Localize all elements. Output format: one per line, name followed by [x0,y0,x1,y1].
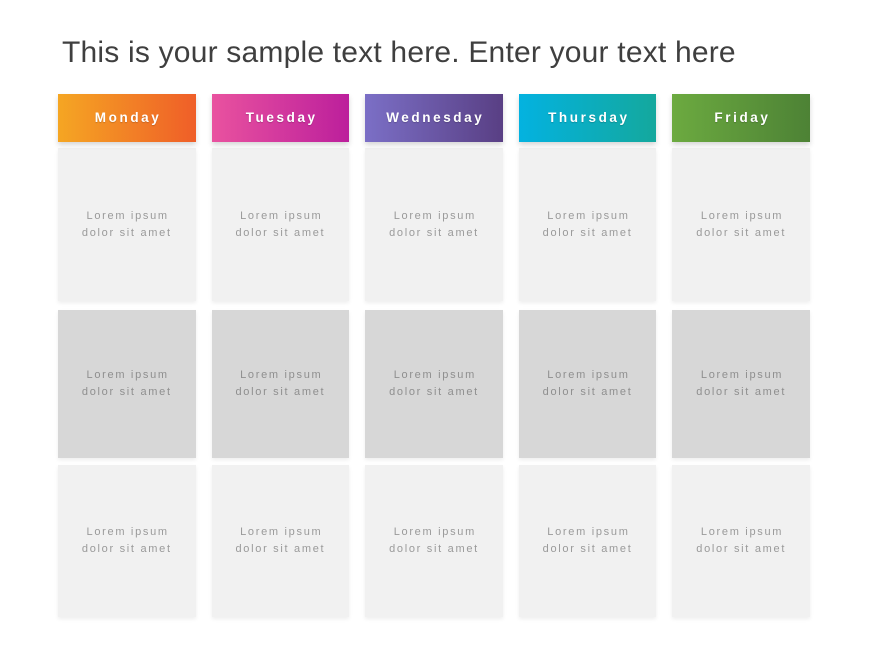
table-cell[interactable]: Lorem ipsum dolor sit amet [518,148,657,301]
table-cell[interactable]: Lorem ipsum dolor sit amet [211,310,350,458]
table-cell[interactable]: Lorem ipsum dolor sit amet [58,465,196,617]
day-cells-tuesday: Lorem ipsum dolor sit amet Lorem ipsum d… [211,142,350,617]
table-cell[interactable]: Lorem ipsum dolor sit amet [365,465,503,617]
cell-text: Lorem ipsum dolor sit amet [542,369,633,398]
table-cell[interactable]: Lorem ipsum dolor sit amet [672,310,810,458]
day-header-friday[interactable]: Friday [672,94,810,142]
cell-text: Lorem ipsum dolor sit amet [235,526,326,555]
cell-text: Lorem ipsum dolor sit amet [81,526,172,555]
table-cell[interactable]: Lorem ipsum dolor sit amet [518,465,657,617]
table-cell[interactable]: Lorem ipsum dolor sit amet [365,148,503,301]
table-cell[interactable]: Lorem ipsum dolor sit amet [58,310,196,458]
cell-text: Lorem ipsum dolor sit amet [696,209,787,239]
table-cell[interactable]: Lorem ipsum dolor sit amet [518,310,657,458]
day-column-friday: Friday Lorem ipsum dolor sit amet Lorem … [672,94,810,617]
cell-text: Lorem ipsum dolor sit amet [389,369,479,398]
day-header-tuesday[interactable]: Tuesday [211,94,350,142]
weekday-table: Monday Lorem ipsum dolor sit amet Lorem … [58,94,810,617]
cell-text: Lorem ipsum dolor sit amet [389,526,479,555]
slide-canvas: This is your sample text here. Enter you… [0,0,870,653]
day-header-label: Wednesday [386,110,485,126]
day-column-thursday: Thursday Lorem ipsum dolor sit amet Lore… [518,94,657,617]
day-cells-thursday: Lorem ipsum dolor sit amet Lorem ipsum d… [518,142,657,617]
cell-text: Lorem ipsum dolor sit amet [542,526,633,555]
day-header-label: Friday [714,110,771,126]
cell-text: Lorem ipsum dolor sit amet [389,209,479,239]
day-column-tuesday: Tuesday Lorem ipsum dolor sit amet Lorem… [211,94,350,617]
day-header-thursday[interactable]: Thursday [518,94,657,142]
day-header-monday[interactable]: Monday [58,94,196,142]
cell-text: Lorem ipsum dolor sit amet [696,526,787,555]
day-column-wednesday: Wednesday Lorem ipsum dolor sit amet Lor… [365,94,503,617]
cell-text: Lorem ipsum dolor sit amet [235,209,326,239]
day-column-monday: Monday Lorem ipsum dolor sit amet Lorem … [58,94,196,617]
day-cells-friday: Lorem ipsum dolor sit amet Lorem ipsum d… [672,142,810,617]
cell-text: Lorem ipsum dolor sit amet [696,369,787,398]
cell-text: Lorem ipsum dolor sit amet [81,369,172,398]
day-header-label: Monday [94,110,162,126]
day-header-wednesday[interactable]: Wednesday [365,94,503,142]
page-title[interactable]: This is your sample text here. Enter you… [62,33,822,73]
day-cells-monday: Lorem ipsum dolor sit amet Lorem ipsum d… [58,142,196,617]
table-cell[interactable]: Lorem ipsum dolor sit amet [672,148,810,301]
table-cell[interactable]: Lorem ipsum dolor sit amet [672,465,810,617]
day-cells-wednesday: Lorem ipsum dolor sit amet Lorem ipsum d… [365,142,503,617]
cell-text: Lorem ipsum dolor sit amet [81,209,172,239]
day-header-label: Thursday [548,110,630,126]
day-header-label: Tuesday [245,110,318,126]
cell-text: Lorem ipsum dolor sit amet [542,209,633,239]
table-cell[interactable]: Lorem ipsum dolor sit amet [365,310,503,458]
table-cell[interactable]: Lorem ipsum dolor sit amet [211,148,350,301]
table-cell[interactable]: Lorem ipsum dolor sit amet [58,148,196,301]
table-cell[interactable]: Lorem ipsum dolor sit amet [211,465,350,617]
cell-text: Lorem ipsum dolor sit amet [235,369,326,398]
